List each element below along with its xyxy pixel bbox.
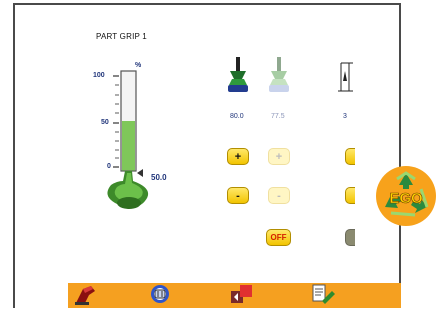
robot-arm-icon[interactable] (73, 283, 101, 305)
badge-text: EGO (389, 190, 423, 207)
part-transfer-icon[interactable] (228, 283, 256, 305)
grip-panel: PART GRIP 1 % 100 50 0 50.0 80.0 77.5 3 … (13, 3, 401, 308)
gripper-cycle-icon[interactable] (146, 283, 174, 305)
gripper-1-icon (228, 57, 248, 92)
recycle-badge: EGO (376, 166, 436, 226)
off-button[interactable]: OFF (266, 229, 291, 246)
decrease-gripper-2-button[interactable]: - (268, 187, 290, 204)
gripper-2-reading: 77.5 (271, 113, 285, 120)
increase-gripper-3-button[interactable] (345, 148, 355, 165)
gripper-3-mode-button[interactable] (345, 229, 355, 246)
gripper-3-icon (338, 62, 353, 92)
decrease-gripper-3-button[interactable] (345, 187, 355, 204)
vacuum-gauge (107, 70, 149, 209)
gauge-value-label: 50.0 (151, 173, 167, 182)
document-edit-icon[interactable] (308, 283, 336, 305)
decrease-gripper-1-button[interactable]: - (227, 187, 249, 204)
increase-gripper-2-button[interactable]: + (268, 148, 290, 165)
bottom-toolbar (68, 283, 401, 308)
gauge-fill (122, 121, 135, 171)
gripper-1-reading: 80.0 (230, 113, 244, 120)
gripper-3-reading: 3 (343, 113, 347, 120)
gripper-2-icon (269, 57, 289, 92)
increase-gripper-1-button[interactable]: + (227, 148, 249, 165)
